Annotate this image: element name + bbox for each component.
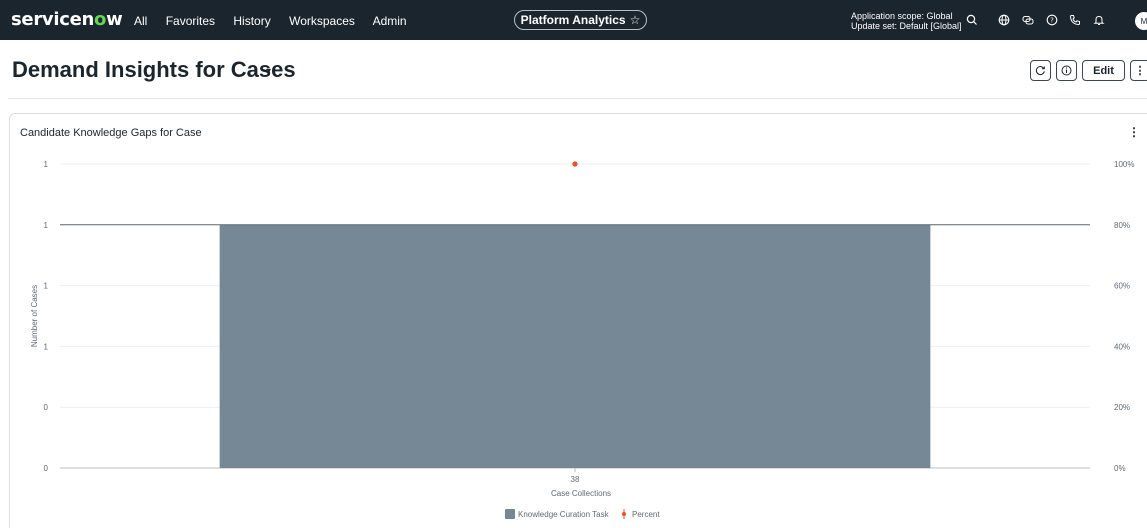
pareto-chart: 0 0% 0 20% 1 40% 1 60% 1 80% 1 100% Number of Cases 3… [30,160,1134,519]
bar [219,224,931,468]
y2-tick-label: 100% [1114,160,1134,169]
legend-swatch-bar [505,509,515,519]
percent-point [572,161,578,167]
legend-label-bar: Knowledge Curation Task [518,510,610,519]
y-tick-label: 1 [44,282,49,291]
y-tick-label: 1 [44,221,49,230]
y-tick-label: 0 [44,403,49,412]
y-tick-label: 0 [44,464,49,473]
y-axis-title: Number of Cases [30,285,39,347]
legend-swatch-point [622,512,626,516]
y2-tick-label: 0% [1114,464,1126,473]
legend-label-percent: Percent [632,510,660,519]
x-axis-title: Case Collections [551,489,611,498]
y2-tick-label: 20% [1114,403,1130,412]
y2-tick-label: 40% [1114,342,1130,351]
y2-tick-label: 80% [1114,221,1130,230]
y-tick-label: 1 [44,160,49,169]
x-tick-label: 38 [571,475,580,484]
y-tick-label: 1 [44,342,49,351]
y2-tick-label: 60% [1114,282,1130,291]
